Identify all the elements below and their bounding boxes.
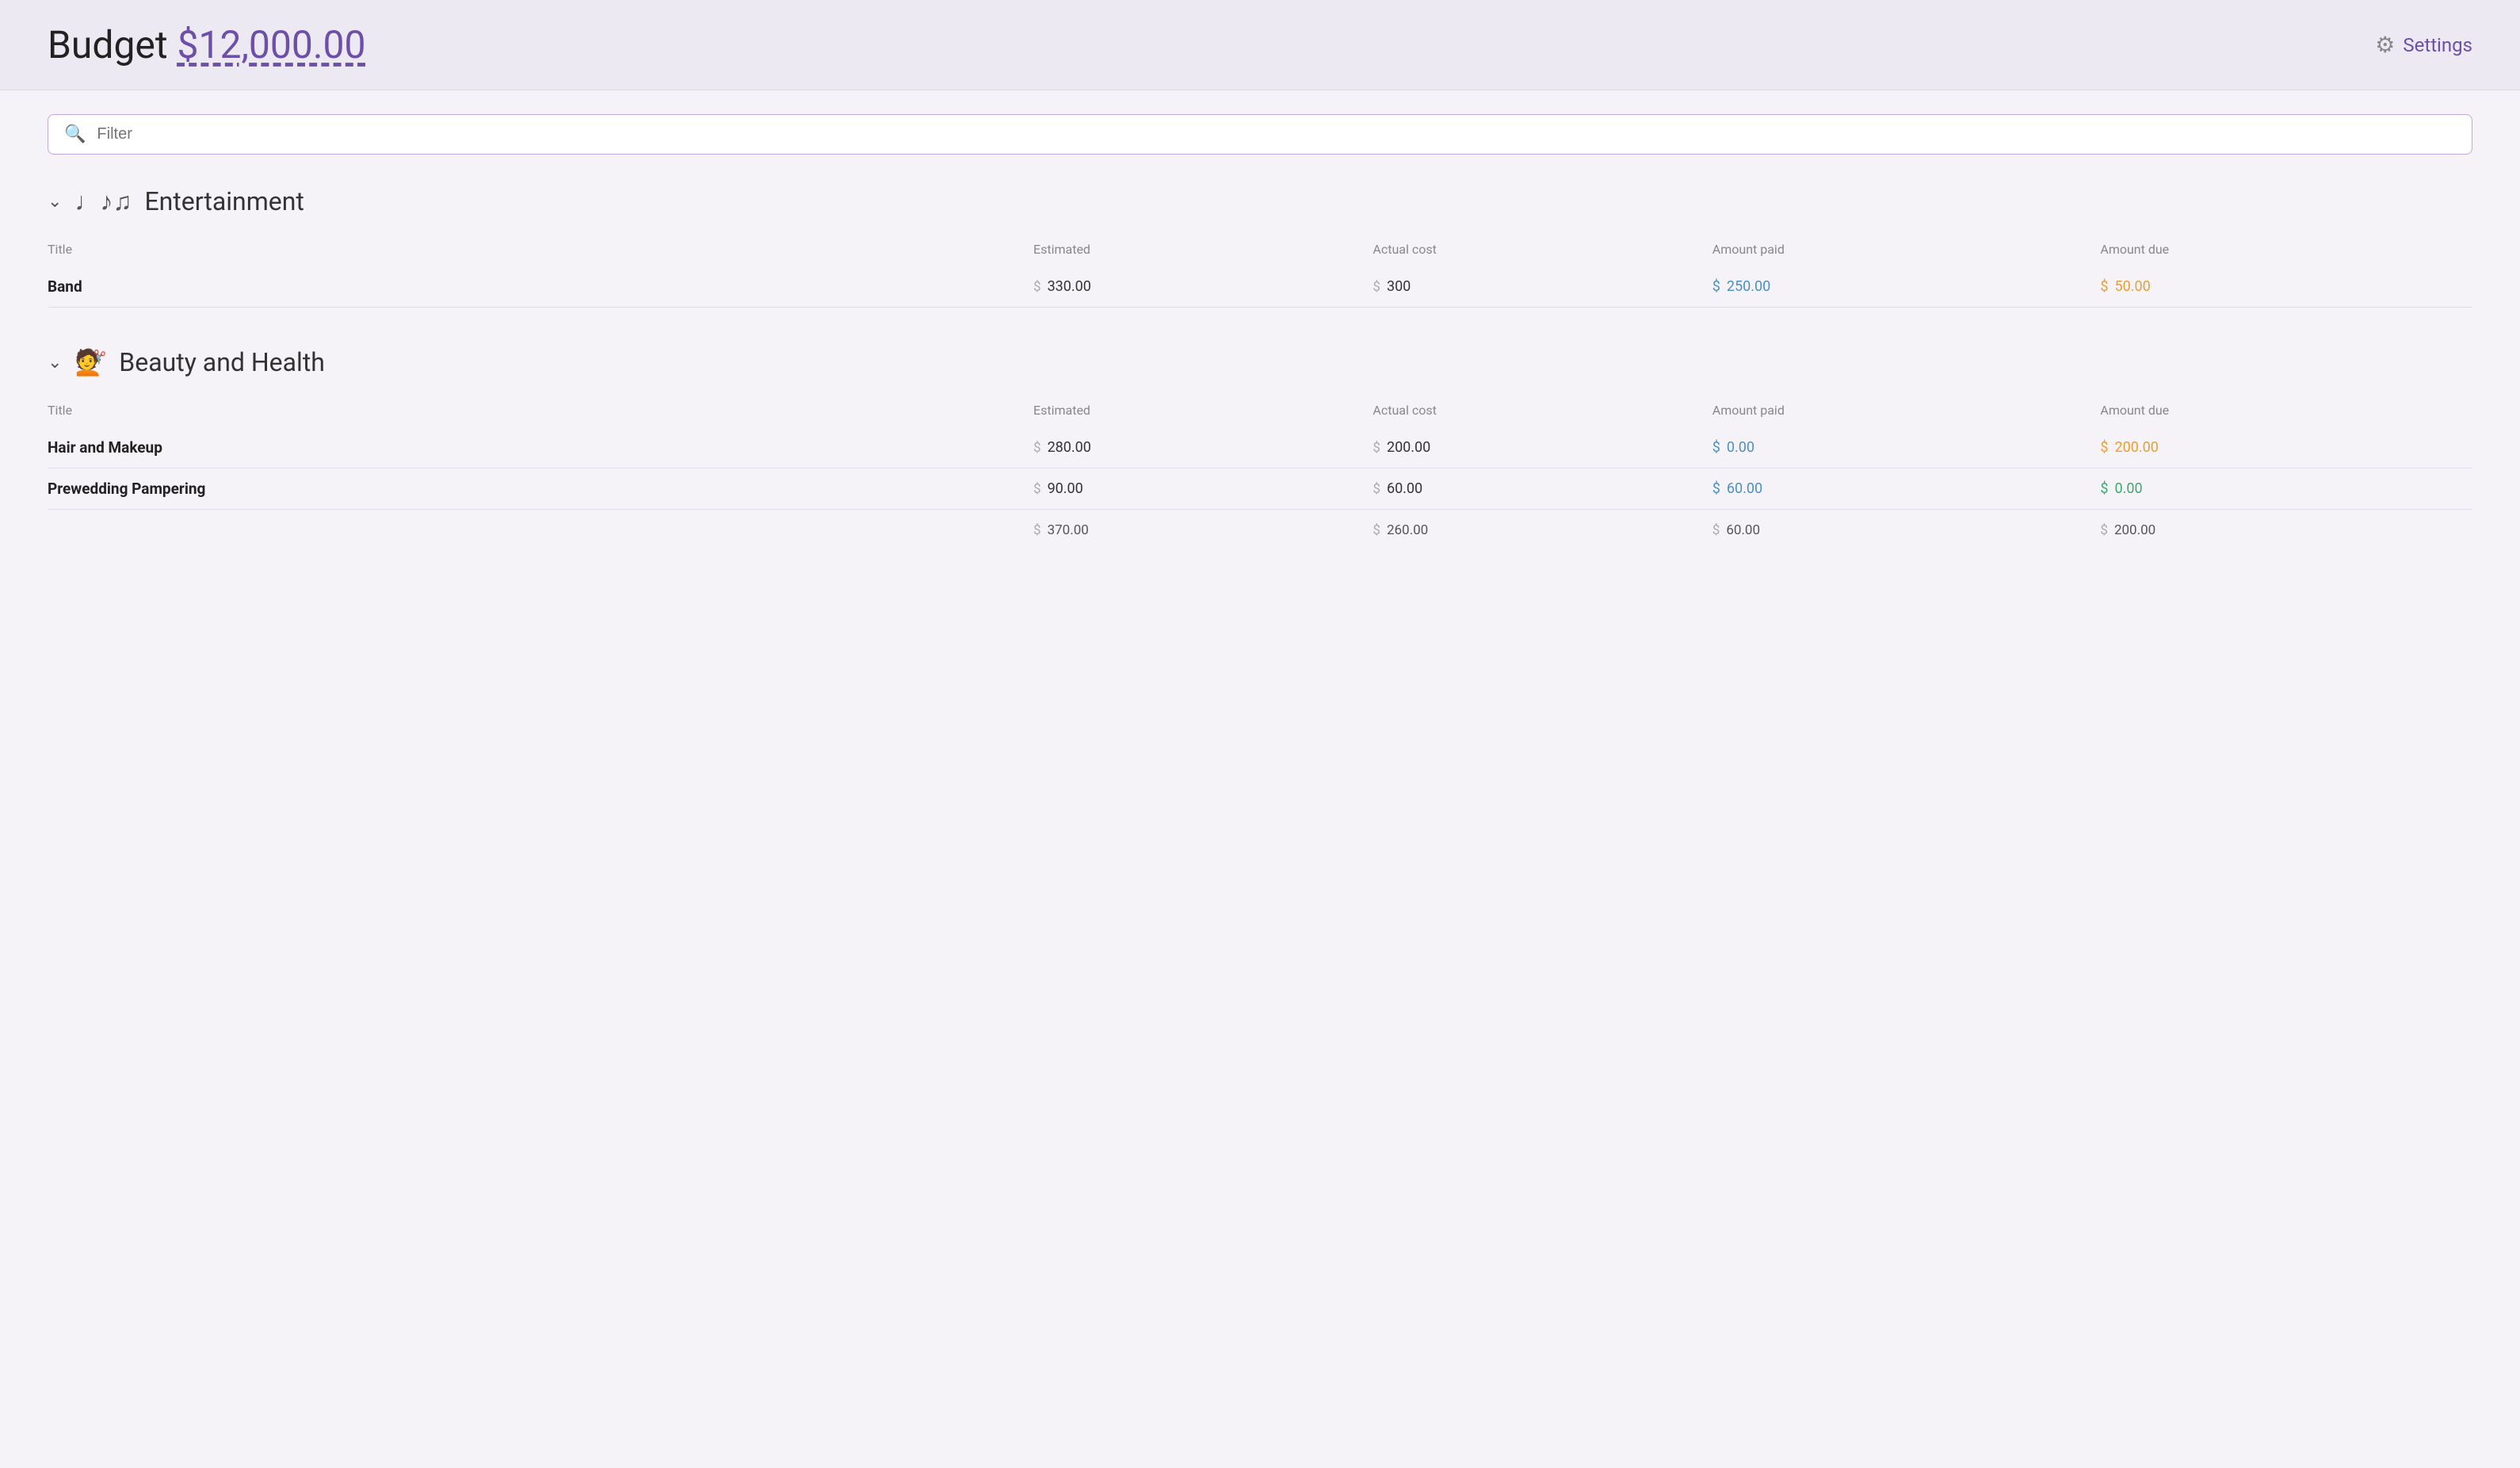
total-paid: $60.00 bbox=[1712, 522, 2085, 538]
dollar-icon: $ bbox=[2100, 439, 2108, 456]
due-value: $50.00 bbox=[2100, 278, 2472, 295]
category-title-entertainment: Entertainment bbox=[144, 186, 304, 216]
page-header: Budget $12,000.00 ⚙ Settings bbox=[0, 0, 2520, 90]
dollar-icon: $ bbox=[1373, 440, 1380, 456]
category-section-entertainment: ⌄ ♩♪♫ Entertainment TitleEstimatedActual… bbox=[48, 186, 2472, 308]
dollar-icon: $ bbox=[1712, 439, 1720, 456]
budget-title: Budget $12,000.00 bbox=[48, 22, 365, 67]
paid-value: $250.00 bbox=[1712, 278, 2085, 295]
dollar-icon: $ bbox=[1033, 522, 1041, 538]
col-header-actual-cost: Actual cost bbox=[1357, 396, 1696, 427]
dollar-icon: $ bbox=[1033, 481, 1041, 497]
settings-button[interactable]: ⚙ Settings bbox=[2375, 32, 2472, 58]
table-row: Hair and Makeup $280.00 $200.00 $0.00 $200.0… bbox=[48, 427, 2472, 468]
budget-label: Budget bbox=[48, 22, 168, 67]
settings-label: Settings bbox=[2403, 34, 2472, 56]
col-header-title: Title bbox=[48, 396, 1018, 427]
total-due: $200.00 bbox=[2100, 522, 2472, 538]
dollar-icon: $ bbox=[2100, 522, 2108, 538]
gear-icon: ⚙ bbox=[2375, 32, 2395, 58]
filter-bar: 🔍 bbox=[48, 114, 2472, 155]
due-value: $200.00 bbox=[2100, 439, 2472, 456]
table-row: Prewedding Pampering $90.00 $60.00 $60.00 $0… bbox=[48, 468, 2472, 510]
dollar-icon: $ bbox=[1033, 440, 1041, 456]
category-icon-entertainment: ♩♪♫ bbox=[74, 186, 132, 216]
table-row: Band $330.00 $300 $250.00 $50.00 bbox=[48, 266, 2472, 308]
categories-container: ⌄ ♩♪♫ Entertainment TitleEstimatedActual… bbox=[48, 186, 2472, 549]
budget-table-entertainment: TitleEstimatedActual costAmount paidAmou… bbox=[48, 235, 2472, 308]
actual-value: $60.00 bbox=[1373, 480, 1696, 497]
category-icon-beauty: 💇 bbox=[74, 347, 106, 377]
paid-value: $60.00 bbox=[1712, 480, 2085, 497]
col-header-actual-cost: Actual cost bbox=[1357, 235, 1696, 266]
actual-value: $300 bbox=[1373, 278, 1696, 295]
dollar-icon: $ bbox=[2100, 480, 2108, 497]
actual-value: $200.00 bbox=[1373, 439, 1696, 456]
category-section-beauty: ⌄ 💇 Beauty and Health TitleEstimatedActu… bbox=[48, 347, 2472, 549]
budget-amount[interactable]: $12,000.00 bbox=[178, 22, 366, 67]
estimated-value: $280.00 bbox=[1033, 439, 1357, 456]
main-content: 🔍 ⌄ ♩♪♫ Entertainment TitleEstimatedActu… bbox=[0, 90, 2520, 613]
dollar-icon: $ bbox=[1033, 279, 1041, 295]
item-title: Band bbox=[48, 277, 82, 296]
dollar-icon: $ bbox=[1712, 480, 1720, 497]
estimated-value: $330.00 bbox=[1033, 278, 1357, 295]
chevron-down-icon: ⌄ bbox=[48, 192, 62, 212]
total-estimated: $370.00 bbox=[1033, 522, 1357, 538]
category-title-beauty: Beauty and Health bbox=[119, 347, 325, 377]
col-header-amount-paid: Amount paid bbox=[1697, 235, 2085, 266]
col-header-estimated: Estimated bbox=[1018, 235, 1357, 266]
item-title: Hair and Makeup bbox=[48, 438, 162, 457]
category-header-entertainment[interactable]: ⌄ ♩♪♫ Entertainment bbox=[48, 186, 2472, 216]
dollar-icon: $ bbox=[1373, 481, 1380, 497]
dollar-icon: $ bbox=[1712, 278, 1720, 295]
dollar-icon: $ bbox=[2100, 278, 2108, 295]
col-header-estimated: Estimated bbox=[1018, 396, 1357, 427]
dollar-icon: $ bbox=[1712, 522, 1720, 538]
filter-input[interactable] bbox=[97, 125, 2456, 143]
col-header-title: Title bbox=[48, 235, 1018, 266]
paid-value: $0.00 bbox=[1712, 439, 2085, 456]
category-header-beauty[interactable]: ⌄ 💇 Beauty and Health bbox=[48, 347, 2472, 377]
col-header-amount-due: Amount due bbox=[2084, 396, 2472, 427]
estimated-value: $90.00 bbox=[1033, 480, 1357, 497]
item-title: Prewedding Pampering bbox=[48, 480, 205, 498]
due-value: $0.00 bbox=[2100, 480, 2472, 497]
col-header-amount-due: Amount due bbox=[2084, 235, 2472, 266]
chevron-down-icon: ⌄ bbox=[48, 353, 62, 373]
search-icon: 🔍 bbox=[64, 124, 86, 144]
total-actual: $260.00 bbox=[1373, 522, 1696, 538]
dollar-icon: $ bbox=[1373, 279, 1380, 295]
budget-table-beauty: TitleEstimatedActual costAmount paidAmou… bbox=[48, 396, 2472, 549]
dollar-icon: $ bbox=[1373, 522, 1380, 538]
totals-row: $370.00 $260.00 $60.00 $200.00 bbox=[48, 510, 2472, 550]
col-header-amount-paid: Amount paid bbox=[1697, 396, 2085, 427]
